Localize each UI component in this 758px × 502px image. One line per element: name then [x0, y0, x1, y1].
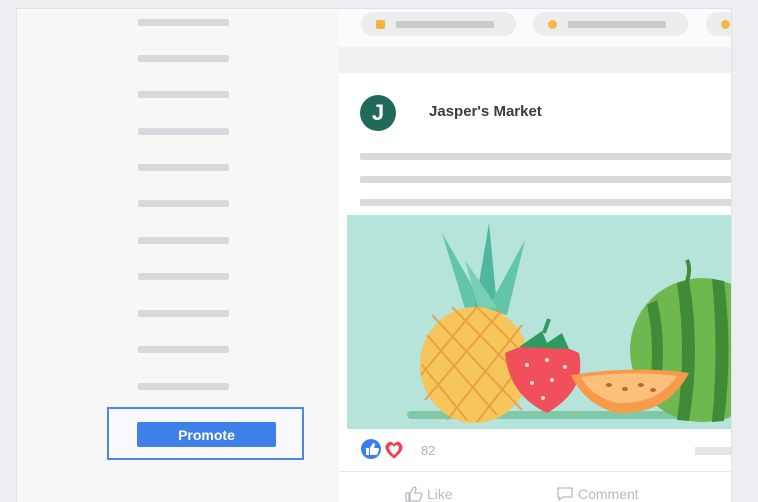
- circle-icon: [721, 20, 730, 29]
- sidebar-item-placeholder[interactable]: [138, 310, 229, 317]
- circle-icon: [548, 20, 557, 29]
- reactions-bar[interactable]: 82: [360, 438, 435, 462]
- pill-label-placeholder: [396, 21, 494, 28]
- comment-button[interactable]: Comment: [556, 486, 639, 502]
- sidebar-item-placeholder[interactable]: [138, 346, 229, 353]
- page-name[interactable]: Jasper's Market: [429, 103, 542, 120]
- sidebar-item-placeholder[interactable]: [138, 128, 229, 135]
- like-love-reaction-icon: [361, 439, 403, 459]
- sidebar-item-placeholder[interactable]: [138, 383, 229, 390]
- reaction-count: 82: [421, 443, 436, 458]
- sidebar-item-placeholder[interactable]: [138, 200, 229, 207]
- post-text-placeholder: [360, 176, 731, 183]
- pill-label-placeholder: [568, 21, 666, 28]
- post-image-fruit[interactable]: [347, 215, 731, 429]
- fruit-illustration: [407, 223, 731, 423]
- comment-bubble-icon: [556, 486, 574, 502]
- sidebar-item-placeholder[interactable]: [138, 19, 229, 26]
- post-text-placeholder: [360, 153, 731, 160]
- filter-pill[interactable]: [706, 12, 731, 36]
- sidebar-item-placeholder[interactable]: [138, 91, 229, 98]
- divider: [339, 471, 731, 472]
- post-card: J Jasper's Market 82 Like Comment: [339, 73, 731, 502]
- sidebar: Promote: [17, 9, 339, 502]
- sidebar-item-placeholder[interactable]: [138, 273, 229, 280]
- square-icon: [376, 20, 385, 29]
- promote-highlight-box: Promote: [107, 407, 304, 460]
- like-button[interactable]: Like: [405, 486, 453, 502]
- filter-pill[interactable]: [361, 12, 516, 36]
- sidebar-item-placeholder[interactable]: [138, 237, 229, 244]
- promote-button[interactable]: Promote: [137, 422, 276, 447]
- top-filter-bar: [339, 9, 731, 47]
- comment-label: Comment: [578, 486, 639, 502]
- like-label: Like: [427, 486, 453, 502]
- sidebar-item-placeholder[interactable]: [138, 164, 229, 171]
- comment-count-placeholder: [695, 447, 731, 455]
- thumbs-up-icon: [405, 486, 423, 502]
- filter-pill[interactable]: [533, 12, 688, 36]
- post-text-placeholder: [360, 199, 731, 206]
- sidebar-item-placeholder[interactable]: [138, 55, 229, 62]
- feed-gap: [339, 47, 731, 73]
- avatar[interactable]: J: [360, 95, 396, 131]
- app-frame: Promote J Jasper's Market 82 Like Commen…: [16, 8, 732, 502]
